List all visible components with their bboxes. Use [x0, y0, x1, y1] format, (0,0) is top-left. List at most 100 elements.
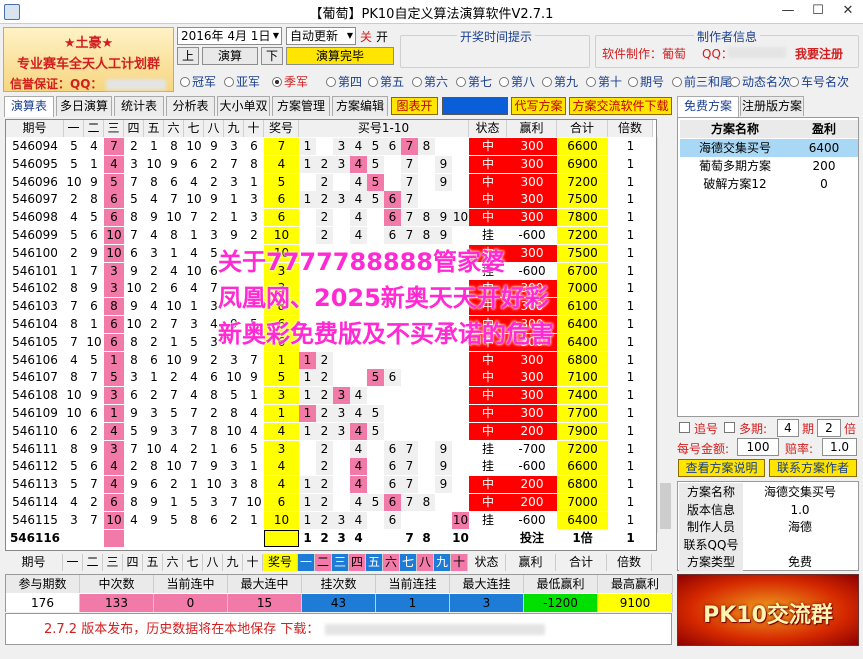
- tab-0[interactable]: 演算表: [4, 96, 54, 117]
- radio-11[interactable]: 前三和尾: [672, 73, 732, 90]
- radio-circle-icon[interactable]: [456, 77, 466, 87]
- radio-13[interactable]: 车号名次: [789, 73, 849, 90]
- calc-button[interactable]: 演算: [202, 47, 258, 65]
- radio-circle-icon[interactable]: [326, 77, 336, 87]
- contact-author-button[interactable]: 联系方案作者: [769, 459, 857, 477]
- close-button[interactable]: ✕: [833, 0, 863, 22]
- table-row[interactable]: 546104 8 1 6 10 2 7 3 4 9 5 6 中 300 6400 1: [6, 316, 656, 333]
- radio-circle-icon[interactable]: [180, 77, 190, 87]
- vertical-scrollbar[interactable]: [657, 137, 672, 533]
- tab-free-schemes[interactable]: 免费方案: [677, 96, 739, 117]
- next-button[interactable]: 下: [261, 47, 283, 65]
- chase-checkbox[interactable]: [679, 422, 690, 433]
- radio-6[interactable]: 第七: [456, 73, 492, 90]
- table-row[interactable]: 546113 5 7 4 9 6 2 1 10 3 8 4 1 2 4 6 7 9 中 200 6800 1: [6, 476, 656, 494]
- table-row[interactable]: 546095 5 1 4 3 10 9 6 2 7 8 4 1 2 3 4 5 7 9 中 300 6900 1: [6, 155, 656, 173]
- radio-circle-icon[interactable]: [368, 77, 378, 87]
- radio-5[interactable]: 第六: [412, 73, 448, 90]
- scheme-profit[interactable]: 6400: [790, 139, 858, 157]
- table-row[interactable]: 546105 7 10 6 8 2 1 5 3 6 中 300 6400 1: [6, 333, 656, 351]
- multi-checkbox[interactable]: [724, 422, 735, 433]
- table-row[interactable]: 546115 3 7 10 4 9 5 8 6 2 1 10 1 2 3 4 6 10 挂 -600 6400 1: [6, 511, 656, 529]
- radio-7[interactable]: 第八: [499, 73, 535, 90]
- radio-1[interactable]: 亚军: [224, 73, 260, 90]
- buy-number: 4: [350, 227, 367, 244]
- radio-circle-icon[interactable]: [789, 77, 799, 87]
- table-row[interactable]: 546103 7 6 8 9 4 10 1 3 8 中 300 6100 1: [6, 298, 656, 316]
- table-row[interactable]: 546094 5 4 7 2 1 8 10 9 3 6 7 1 3 4 5 6 7 8 中 300 6600 1: [6, 138, 656, 155]
- table-row[interactable]: 546112 5 6 4 2 8 10 7 9 3 1 4 2 4 6 7 9 挂 -600 6600 1: [6, 458, 656, 476]
- buy-number: 6: [384, 209, 401, 227]
- scheme-name[interactable]: 海德交集买号: [680, 139, 790, 157]
- table-row[interactable]: 546109 10 6 1 9 3 5 7 2 8 4 1 1 2 3 4 5 中 300 7700 1: [6, 405, 656, 422]
- draw-number: 1: [104, 351, 124, 369]
- prev-button[interactable]: 上: [177, 47, 199, 65]
- radio-circle-icon[interactable]: [224, 77, 234, 87]
- table-row[interactable]: 546107 8 7 5 3 1 2 4 6 10 9 5 1 2 5 6 中 300 7100 1: [6, 369, 656, 387]
- header-pos: 二: [84, 120, 104, 137]
- radio-4[interactable]: 第五: [368, 73, 404, 90]
- multi-input[interactable]: 4: [777, 419, 799, 437]
- table-row[interactable]: 546114 4 2 6 8 9 1 5 3 7 10 6 1 2 4 5 6 7 8 中 200 7000 1: [6, 494, 656, 511]
- table-row[interactable]: 546097 2 8 6 5 4 7 10 9 1 3 6 1 2 3 4 5 6 7 中 300 7500 1: [6, 191, 656, 209]
- ad-panel[interactable]: ★土豪★ 专业赛车全天人工计划群 信誉保证：QQ：: [3, 27, 174, 92]
- maximize-button[interactable]: ☐: [803, 0, 833, 22]
- view-scheme-button[interactable]: 查看方案说明: [678, 459, 765, 477]
- table-row[interactable]: 546108 10 9 3 6 2 7 4 8 5 1 3 1 2 3 4 中 300 7400 1: [6, 387, 656, 405]
- bet-amount-input[interactable]: 100: [737, 438, 779, 456]
- tab-2[interactable]: 统计表: [114, 96, 164, 116]
- radio-circle-icon[interactable]: [272, 77, 282, 87]
- scheme-profit[interactable]: 200: [790, 157, 858, 175]
- on-label[interactable]: 开: [376, 28, 388, 45]
- table-row[interactable]: 546106 4 5 1 8 6 10 9 2 3 7 1 1 2 中 300 6800 1: [6, 351, 656, 369]
- stat-label: 参与期数: [6, 575, 80, 593]
- table-row[interactable]: 546099 5 6 10 7 4 8 1 3 9 2 10 2 4 6 7 8 9 挂 -600 7200 1: [6, 227, 656, 244]
- radio-12[interactable]: 动态名次: [730, 73, 790, 90]
- table-row[interactable]: 546100 2 9 10 6 3 1 4 5 10 中 300 7500 1: [6, 244, 656, 262]
- date-picker[interactable]: 2016年 4月 1日: [177, 27, 282, 45]
- radio-0[interactable]: 冠军: [180, 73, 216, 90]
- minimize-button[interactable]: —: [773, 0, 803, 22]
- radio-circle-icon[interactable]: [499, 77, 509, 87]
- scheme-profit[interactable]: 0: [790, 175, 858, 193]
- radio-2[interactable]: 季军: [272, 73, 308, 90]
- radio-circle-icon[interactable]: [628, 77, 638, 87]
- radio-8[interactable]: 第九: [542, 73, 578, 90]
- table-row[interactable]: 546102 8 9 3 10 2 6 4 7 3 中 300 7000 1: [6, 280, 656, 298]
- scroll-thumb[interactable]: [660, 483, 671, 529]
- tab-1[interactable]: 多日演算: [56, 96, 112, 116]
- draw-number: 7: [190, 406, 198, 420]
- chart-toggle-button[interactable]: 图表开: [391, 97, 438, 115]
- period-input[interactable]: 2: [817, 419, 841, 437]
- radio-circle-icon[interactable]: [542, 77, 552, 87]
- tab-3[interactable]: 分析表: [166, 96, 215, 116]
- table-row[interactable]: 546111 8 9 3 7 10 4 2 1 6 5 3 2 4 6 7 9 挂 -700 7200 1: [6, 440, 656, 458]
- table-row[interactable]: 546096 10 9 5 7 8 6 4 2 3 1 5 2 4 5 7 9 中 300 7200 1: [6, 173, 656, 191]
- current-row[interactable]: 546116 1 2 3 4 7 8 10 投注 1倍 1: [6, 529, 656, 547]
- row-status: 挂: [481, 441, 494, 456]
- radio-circle-icon[interactable]: [412, 77, 422, 87]
- tab-4[interactable]: 大小单双: [217, 96, 270, 116]
- radio-circle-icon[interactable]: [586, 77, 596, 87]
- update-mode-select[interactable]: 自动更新: [286, 27, 356, 45]
- register-link[interactable]: 我要注册: [795, 45, 843, 62]
- radio-circle-icon[interactable]: [672, 77, 682, 87]
- scheme-name[interactable]: 破解方案12: [680, 175, 790, 193]
- tab-6[interactable]: 方案编辑: [332, 96, 388, 116]
- odds-input[interactable]: 1.0: [822, 438, 857, 456]
- tab-registered-schemes[interactable]: 注册版方案: [740, 96, 804, 116]
- download-button[interactable]: 方案交流软件下载: [569, 97, 672, 115]
- radio-10[interactable]: 期号: [628, 73, 664, 90]
- radio-circle-icon[interactable]: [730, 77, 740, 87]
- table-row[interactable]: 546110 6 2 4 5 9 3 7 8 10 4 4 1 2 3 4 5 中 200 7900 1: [6, 422, 656, 440]
- off-label[interactable]: 关: [360, 28, 372, 45]
- scheme-name[interactable]: 葡萄多期方案: [680, 157, 790, 175]
- radio-9[interactable]: 第十: [586, 73, 622, 90]
- radio-3[interactable]: 第四: [326, 73, 362, 90]
- tab-5[interactable]: 方案管理: [272, 96, 330, 116]
- table-row[interactable]: 546098 4 5 6 8 9 10 7 2 1 3 6 2 4 6 7 8 9 10 中 300 7800 1: [6, 209, 656, 227]
- table-row[interactable]: 546101 1 7 3 9 2 4 10 6 3 挂 -600 6700 1: [6, 262, 656, 280]
- rewrite-button[interactable]: 代写方案: [511, 97, 566, 115]
- community-banner[interactable]: PK10交流群: [677, 574, 859, 646]
- buy-number: 10: [452, 511, 469, 529]
